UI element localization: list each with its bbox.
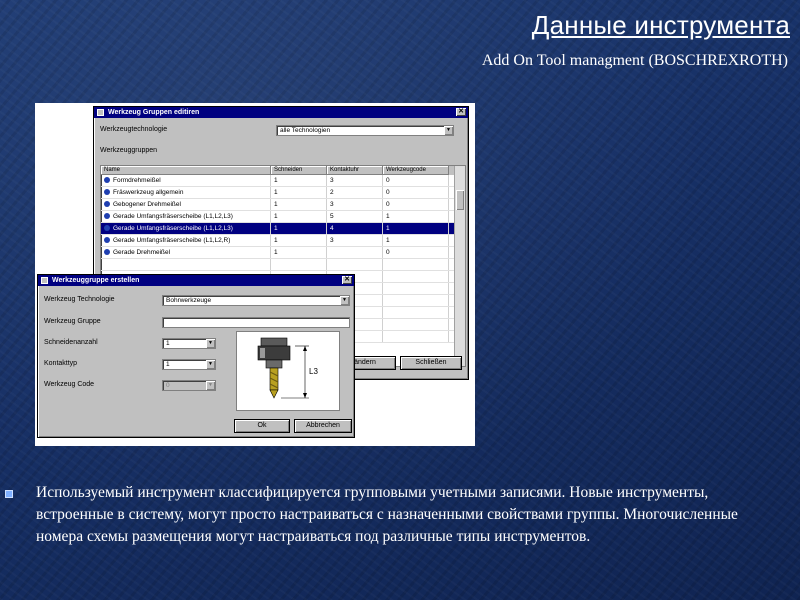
groups-label: Werkzeuggruppen xyxy=(100,147,158,154)
create-group-titlebar: Werkzeuggruppe erstellen ✕ xyxy=(38,275,354,286)
row-name: Formdrehmeißel xyxy=(113,177,161,184)
row-cutters: 1 xyxy=(271,199,327,210)
column-header-code[interactable]: Werkzeugcode xyxy=(383,166,449,175)
tool-group-icon xyxy=(104,213,110,220)
row-code: 1 xyxy=(383,235,449,246)
tool-group-input[interactable] xyxy=(162,317,350,328)
row-name: Gerade Umfangsfräserscheibe (L1,L2,L3) xyxy=(113,225,233,232)
software-screenshot: Werkzeug Gruppen editiren ✕ Werkzeugtech… xyxy=(35,103,475,446)
chevron-down-icon: ▼ xyxy=(206,381,215,390)
row-code: 0 xyxy=(383,175,449,186)
row-cutters: 1 xyxy=(271,223,327,234)
tool-group-icon xyxy=(104,177,110,184)
cutters-count-select[interactable]: 1 ▼ xyxy=(162,338,216,349)
slide-subtitle: Add On Tool managment (BOSCHREXROTH) xyxy=(481,52,788,69)
technology-label: Werkzeugtechnologie xyxy=(100,126,168,133)
tool-group-label: Werkzeug Gruppe xyxy=(44,318,101,325)
tool-preview-image: L3 xyxy=(236,331,340,411)
edit-groups-titlebar: Werkzeug Gruppen editiren ✕ xyxy=(94,107,468,118)
row-name: Gebogener Drehmeißel xyxy=(113,201,181,208)
table-scrollbar[interactable] xyxy=(454,166,465,366)
table-header: Name Schneiden Kontaktuhr Werkzeugcode xyxy=(101,166,465,175)
tool-code-value: 0 xyxy=(166,382,170,389)
row-cutters: 1 xyxy=(271,235,327,246)
bullet-text: Используемый инструмент классифицируется… xyxy=(36,484,738,545)
tool-technology-label: Werkzeug Technologie xyxy=(44,296,115,303)
chevron-down-icon[interactable]: ▼ xyxy=(340,296,349,305)
column-header-cutters[interactable]: Schneiden xyxy=(271,166,327,175)
tool-group-icon xyxy=(104,189,110,196)
table-row[interactable]: Gerade Umfangsfräserscheibe (L1,L2,L3) 1… xyxy=(101,211,465,223)
close-icon[interactable]: ✕ xyxy=(342,276,352,284)
table-row[interactable]: Gebogener Drehmeißel 1 3 0 xyxy=(101,199,465,211)
window-icon xyxy=(41,277,48,284)
ok-button[interactable]: Ok xyxy=(234,419,290,433)
tool-group-icon xyxy=(104,249,110,256)
table-row[interactable]: Gerade Drehmeißel 1 0 xyxy=(101,247,465,259)
table-row[interactable]: Fräswerkzeug allgemein 1 2 0 xyxy=(101,187,465,199)
row-code: 0 xyxy=(383,247,449,258)
edit-groups-title: Werkzeug Gruppen editiren xyxy=(108,109,200,116)
chevron-down-icon[interactable]: ▼ xyxy=(444,126,453,135)
bullet-icon xyxy=(5,490,13,498)
row-name: Gerade Drehmeißel xyxy=(113,249,171,256)
create-group-title: Werkzeuggruppe erstellen xyxy=(52,277,140,284)
scrollbar-thumb[interactable] xyxy=(456,190,464,210)
row-name: Fräswerkzeug allgemein xyxy=(113,189,184,196)
table-row[interactable]: Gerade Umfangsfräserscheibe (L1,L2,R) 1 … xyxy=(101,235,465,247)
table-row[interactable] xyxy=(101,259,465,271)
contact-type-label: Kontakttyp xyxy=(44,360,78,367)
row-contact: 3 xyxy=(327,199,383,210)
tool-code-label: Werkzeug Code xyxy=(44,381,95,388)
row-cutters: 1 xyxy=(271,175,327,186)
row-cutters: 1 xyxy=(271,211,327,222)
row-name: Gerade Umfangsfräserscheibe (L1,L2,R) xyxy=(113,237,231,244)
table-row[interactable]: Formdrehmeißel 1 3 0 xyxy=(101,175,465,187)
row-contact: 3 xyxy=(327,175,383,186)
tool-code-select: 0 ▼ xyxy=(162,380,216,391)
drill-tool-icon xyxy=(257,337,309,399)
slide-title: Данные инструмента xyxy=(531,10,790,40)
window-icon xyxy=(97,109,104,116)
tool-technology-value: Bohrwerkzeuge xyxy=(166,297,212,304)
contact-type-value: 1 xyxy=(166,361,170,368)
row-code: 1 xyxy=(383,211,449,222)
cutters-count-label: Schneidenanzahl xyxy=(44,339,98,346)
chevron-down-icon[interactable]: ▼ xyxy=(206,360,215,369)
row-cutters: 1 xyxy=(271,187,327,198)
dimension-label: L3 xyxy=(309,367,318,376)
chevron-down-icon[interactable]: ▼ xyxy=(206,339,215,348)
row-contact: 3 xyxy=(327,235,383,246)
tool-group-icon xyxy=(104,237,110,244)
row-code: 0 xyxy=(383,199,449,210)
row-cutters: 1 xyxy=(271,247,327,258)
cutters-count-value: 1 xyxy=(166,340,170,347)
close-icon[interactable]: ✕ xyxy=(456,108,466,116)
column-header-name[interactable]: Name xyxy=(101,166,271,175)
technology-select-value: alle Technologien xyxy=(280,127,331,134)
row-name: Gerade Umfangsfräserscheibe (L1,L2,L3) xyxy=(113,213,233,220)
contact-type-select[interactable]: 1 ▼ xyxy=(162,359,216,370)
tool-group-icon xyxy=(104,225,110,232)
row-code: 1 xyxy=(383,223,449,234)
cancel-button[interactable]: Abbrechen xyxy=(294,419,352,433)
row-contact xyxy=(327,247,383,258)
row-contact: 5 xyxy=(327,211,383,222)
row-contact: 2 xyxy=(327,187,383,198)
close-button[interactable]: Schließen xyxy=(400,356,462,370)
tool-group-icon xyxy=(104,201,110,208)
row-code: 0 xyxy=(383,187,449,198)
create-group-dialog: Werkzeuggruppe erstellen ✕ Werkzeug Tech… xyxy=(37,274,355,438)
table-row-selected[interactable]: Gerade Umfangsfräserscheibe (L1,L2,L3) 1… xyxy=(101,223,465,235)
technology-select[interactable]: alle Technologien ▼ xyxy=(276,125,454,136)
row-contact: 4 xyxy=(327,223,383,234)
column-header-contact[interactable]: Kontaktuhr xyxy=(327,166,383,175)
tool-technology-select[interactable]: Bohrwerkzeuge ▼ xyxy=(162,295,350,306)
